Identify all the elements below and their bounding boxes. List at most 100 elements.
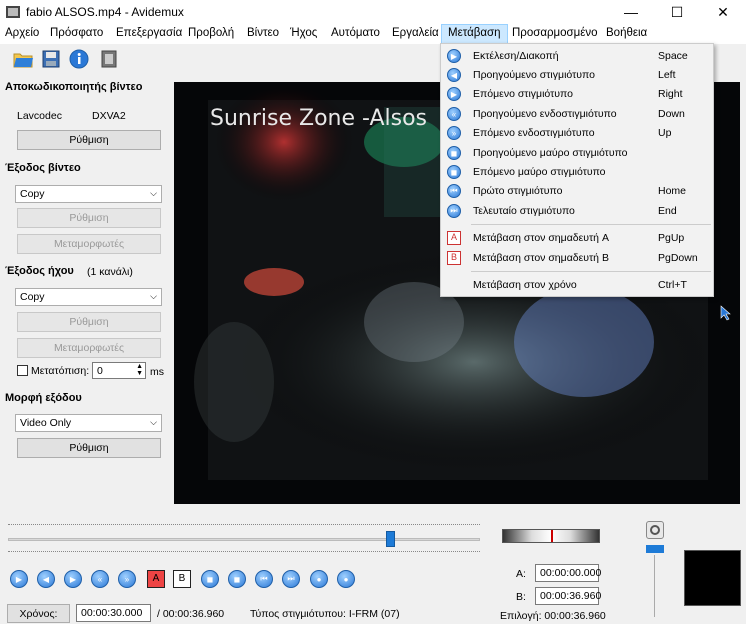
- menu-item-goto-time[interactable]: Μετάβαση στον χρόνο Ctrl+T: [441, 276, 713, 295]
- prev-frame-button[interactable]: ◀: [37, 570, 55, 588]
- chevron-down-icon: ⌵: [150, 291, 157, 301]
- shift-value: 0: [97, 365, 103, 377]
- video-overlay-text: Sunrise Zone -Alsos: [210, 106, 428, 131]
- menu-item-next-frame[interactable]: ▶ Επόμενο στιγμιότυπο Right: [441, 85, 713, 104]
- menu-auto[interactable]: Αυτόματο: [331, 27, 380, 39]
- audio-output-title: Έξοδος ήχου: [5, 265, 74, 277]
- next-frame-icon: ▶: [447, 87, 461, 101]
- menu-item-shortcut: Right: [658, 88, 683, 100]
- save-icon[interactable]: [40, 48, 62, 70]
- menu-recent[interactable]: Πρόσφατο: [50, 27, 103, 39]
- go-to-marker-a-button[interactable]: ●: [310, 570, 328, 588]
- menu-edit[interactable]: Επεξεργασία: [116, 27, 182, 39]
- current-time-field[interactable]: 00:00:30.000: [76, 604, 151, 622]
- video-filters-button[interactable]: Μεταμορφωτές: [17, 234, 161, 254]
- last-frame-button[interactable]: ⏭: [282, 570, 300, 588]
- shift-spinbox[interactable]: 0 ▲ ▼: [92, 362, 146, 379]
- menu-separator: [471, 224, 711, 225]
- jog-shuttle-wheel[interactable]: [502, 529, 600, 543]
- menu-goto[interactable]: Μετάβαση: [441, 24, 508, 44]
- output-format-select[interactable]: Video Only ⌵: [15, 414, 162, 432]
- prev-black-frame-button[interactable]: ◼: [201, 570, 219, 588]
- video-codec-select[interactable]: Copy ⌵: [15, 185, 162, 203]
- audio-config-button[interactable]: Ρύθμιση: [17, 312, 161, 332]
- menu-item-shortcut: Ctrl+T: [658, 279, 687, 291]
- next-frame-button[interactable]: ▶: [64, 570, 82, 588]
- close-button[interactable]: ✕: [700, 0, 746, 24]
- menu-audio[interactable]: Ήχος: [290, 27, 317, 39]
- decoder-codec-label: Lavcodec: [17, 110, 62, 122]
- title-bar: fabio ALSOS.mp4 - Avidemux — ☐ ✕: [0, 0, 746, 24]
- next-keyframe-button[interactable]: »: [118, 570, 136, 588]
- menu-item-shortcut: PgUp: [658, 232, 685, 244]
- menu-item-label: Προηγούμενο στιγμιότυπο: [473, 69, 595, 81]
- menu-bar: Αρχείο Πρόσφατο Επεξεργασία Προβολή Βίντ…: [0, 24, 746, 44]
- menu-video[interactable]: Βίντεο: [247, 27, 279, 39]
- decoder-hw-label: DXVA2: [92, 110, 126, 122]
- menu-item-shortcut: Down: [658, 108, 685, 120]
- chevron-down-icon: ⌵: [150, 417, 157, 427]
- menu-item-label: Μετάβαση στον χρόνο: [473, 279, 577, 291]
- menu-file[interactable]: Αρχείο: [5, 27, 39, 39]
- menu-item-last-frame[interactable]: ⏭ Τελευταίο στιγμιότυπο End: [441, 202, 713, 221]
- audio-filters-button[interactable]: Μεταμορφωτές: [17, 338, 161, 358]
- menu-view[interactable]: Προβολή: [188, 27, 234, 39]
- video-config-button[interactable]: Ρύθμιση: [17, 208, 161, 228]
- marker-b-label: B: [178, 573, 186, 584]
- menu-item-goto-marker-b[interactable]: B Μετάβαση στον σημαδευτή B PgDown: [441, 249, 713, 268]
- set-marker-a-button[interactable]: A: [147, 570, 165, 588]
- menu-item-prev-frame[interactable]: ◀ Προηγούμενο στιγμιότυπο Left: [441, 66, 713, 85]
- goto-dropdown-menu: ▶ Εκτέλεση/Διακοπή Space ◀ Προηγούμενο σ…: [440, 43, 714, 297]
- menu-item-shortcut: End: [658, 205, 677, 217]
- info-icon[interactable]: [68, 48, 90, 70]
- time-button[interactable]: Χρόνος:: [7, 604, 70, 623]
- spin-arrows-icon[interactable]: ▲ ▼: [136, 363, 143, 377]
- audio-codec-select[interactable]: Copy ⌵: [15, 288, 162, 306]
- menu-item-label: Επόμενο ενδοστιγμιότυπο: [473, 127, 595, 139]
- set-marker-b-button[interactable]: B: [173, 570, 191, 588]
- play-button[interactable]: ▶: [10, 570, 28, 588]
- menu-tools[interactable]: Εργαλεία: [392, 27, 439, 39]
- prev-black-icon: ◼: [447, 146, 461, 160]
- window-title: fabio ALSOS.mp4 - Avidemux: [26, 5, 184, 19]
- menu-custom[interactable]: Προσαρμοσμένο: [512, 27, 598, 39]
- minimize-button[interactable]: —: [608, 0, 654, 24]
- maximize-button[interactable]: ☐: [654, 0, 700, 24]
- menu-item-next-keyframe[interactable]: » Επόμενο ενδοστιγμιότυπο Up: [441, 124, 713, 143]
- volume-slider-handle[interactable]: [646, 545, 664, 553]
- marker-a-field-label: A:: [516, 568, 526, 580]
- menu-item-goto-marker-a[interactable]: A Μετάβαση στον σημαδευτή A PgUp: [441, 229, 713, 248]
- menu-item-next-black[interactable]: ◼ Επόμενο μαύρο στιγμιότυπο: [441, 163, 713, 182]
- total-time: / 00:00:36.960: [157, 608, 225, 620]
- marker-a-time-field[interactable]: 00:00:00.000: [535, 564, 601, 582]
- output-config-button[interactable]: Ρύθμιση: [17, 438, 161, 458]
- menu-item-label: Προηγούμενο ενδοστιγμιότυπο: [473, 108, 617, 120]
- timeline-slider-handle[interactable]: [386, 531, 396, 547]
- prev-keyframe-icon: «: [447, 107, 461, 121]
- volume-slider-track[interactable]: [654, 555, 655, 617]
- menu-item-first-frame[interactable]: ⏮ Πρώτο στιγμιότυπο Home: [441, 182, 713, 201]
- first-frame-button[interactable]: ⏮: [255, 570, 273, 588]
- menu-item-prev-black[interactable]: ◼ Προηγούμενο μαύρο στιγμιότυπο: [441, 144, 713, 163]
- menu-item-play-stop[interactable]: ▶ Εκτέλεση/Διακοπή Space: [441, 47, 713, 66]
- speaker-icon[interactable]: [646, 521, 664, 539]
- output-format-title: Μορφή εξόδου: [5, 392, 82, 404]
- timeline-ruler: [8, 551, 480, 555]
- audio-codec-value: Copy: [20, 291, 45, 303]
- menu-item-shortcut: PgDown: [658, 252, 698, 264]
- film-icon[interactable]: [98, 48, 120, 70]
- next-black-frame-button[interactable]: ◼: [228, 570, 246, 588]
- audio-channels-label: (1 κανάλι): [87, 266, 133, 278]
- go-to-marker-b-button[interactable]: ●: [337, 570, 355, 588]
- menu-item-shortcut: Space: [658, 50, 688, 62]
- prev-keyframe-button[interactable]: «: [91, 570, 109, 588]
- open-folder-icon[interactable]: [12, 48, 34, 70]
- marker-b-time-field[interactable]: 00:00:36.960: [535, 587, 601, 605]
- menu-item-shortcut: Home: [658, 185, 687, 197]
- menu-help[interactable]: Βοήθεια: [606, 27, 647, 39]
- decoder-config-button[interactable]: Ρύθμιση: [17, 130, 161, 150]
- menu-item-label: Εκτέλεση/Διακοπή: [473, 50, 559, 62]
- timeline-slider[interactable]: [8, 538, 480, 541]
- menu-item-prev-keyframe[interactable]: « Προηγούμενο ενδοστιγμιότυπο Down: [441, 105, 713, 124]
- shift-checkbox[interactable]: [17, 365, 28, 376]
